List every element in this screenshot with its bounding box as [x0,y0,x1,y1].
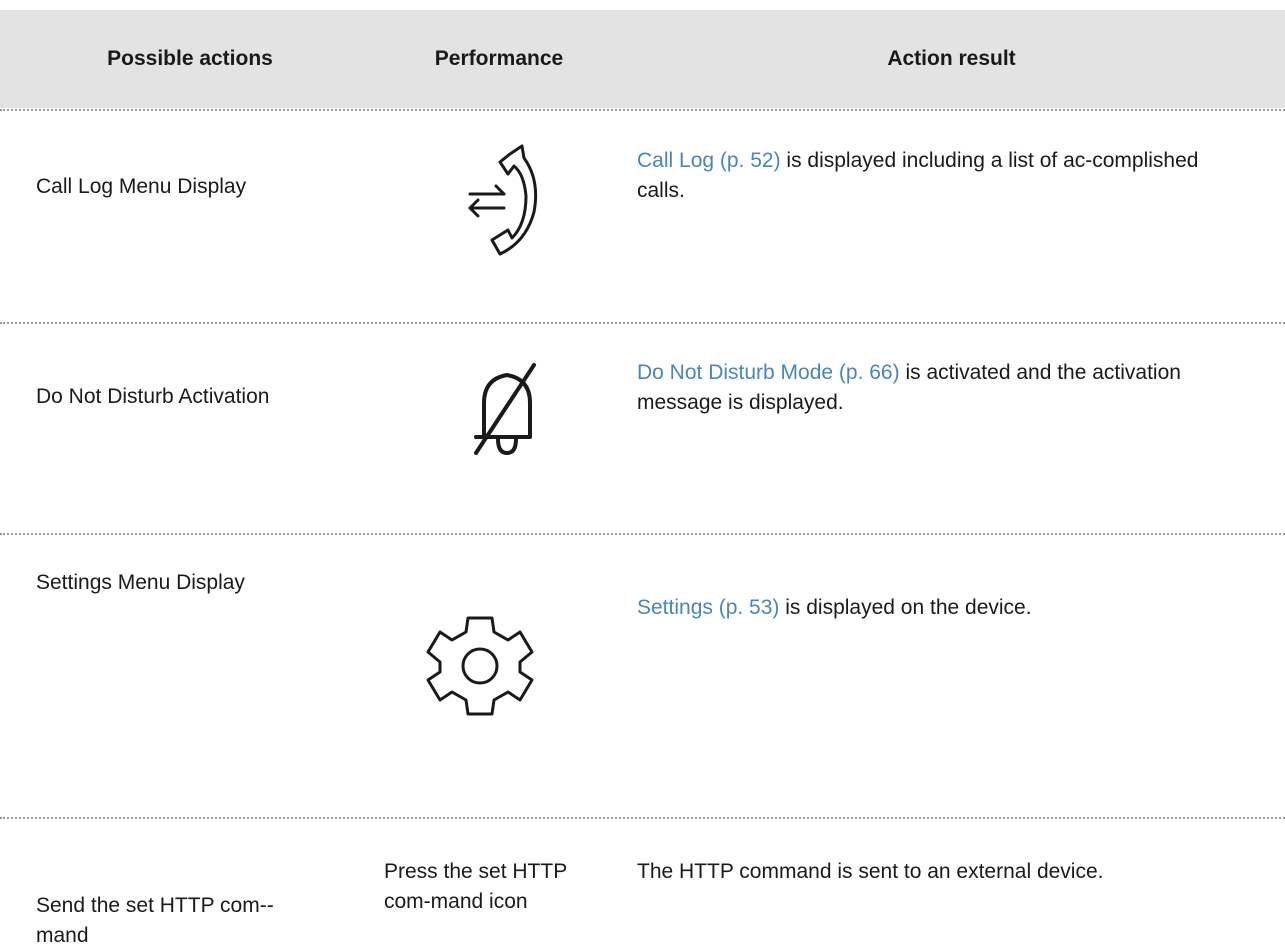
action-label-do-not-disturb: Do Not Disturb Activation [36,385,270,408]
row-divider [0,533,1285,535]
call-log-link[interactable]: Call Log (p. 52) [637,149,781,172]
action-label-settings: Settings Menu Display [36,571,245,594]
result-http-command: The HTTP command is sent to an external … [637,860,1104,883]
header-action-result: Action result [887,47,1016,70]
row-divider [0,109,1285,111]
performance-http-command: Press the set HTTP com-­mand icon [384,860,567,913]
result-call-log: Call Log (p. 52) is displayed including … [637,146,1217,206]
row-divider [0,322,1285,324]
header-performance: Performance [434,47,564,70]
result-do-not-disturb: Do Not Disturb Mode (p. 66) is activated… [637,358,1217,418]
do-not-disturb-link[interactable]: Do Not Disturb Mode (p. 66) [637,361,900,384]
bell-off-icon [462,355,552,465]
gear-icon [420,610,540,720]
row-divider [0,817,1285,819]
settings-link[interactable]: Settings (p. 53) [637,596,779,619]
action-label-call-log: Call Log Menu Display [36,175,247,198]
result-text: is displayed on the device. [779,596,1032,619]
result-settings: Settings (p. 53) is displayed on the dev… [637,593,1217,623]
action-label-http-command: Send the set HTTP com-­mand [36,894,274,947]
header-possible-actions: Possible actions [107,47,273,70]
call-log-icon [450,130,560,270]
table-header: Possible actions Performance Action resu… [0,10,1285,108]
